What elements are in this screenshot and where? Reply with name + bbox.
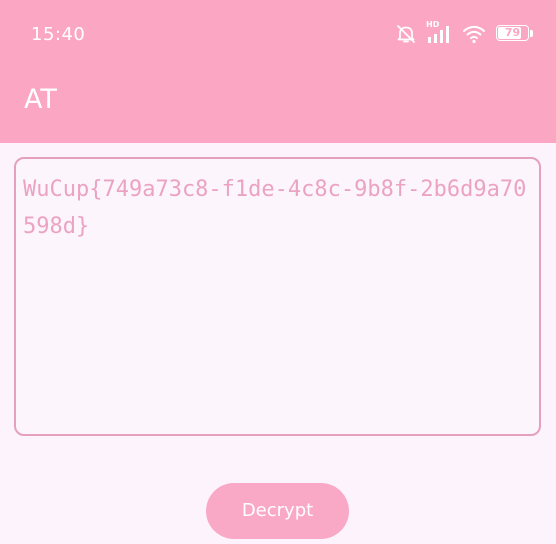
app-title: AT [24, 84, 57, 115]
app-header: 15:40 HD 79 AT [0, 0, 556, 143]
wifi-icon [462, 24, 486, 44]
status-icons: HD 79 [396, 20, 536, 46]
bell-muted-icon [396, 24, 416, 44]
signal-icon: HD [426, 20, 452, 45]
battery-icon: 79 [496, 25, 536, 43]
status-time: 15:40 [31, 24, 86, 45]
text-input-area[interactable]: WuCup{749a73c8-f1de-4c8c-9b8f-2b6d9a7059… [14, 157, 541, 436]
battery-cap [530, 30, 533, 37]
decrypt-button[interactable]: Decrypt [206, 483, 349, 539]
status-bar: 15:40 HD 79 [0, 0, 556, 68]
battery-level: 79 [504, 26, 521, 39]
